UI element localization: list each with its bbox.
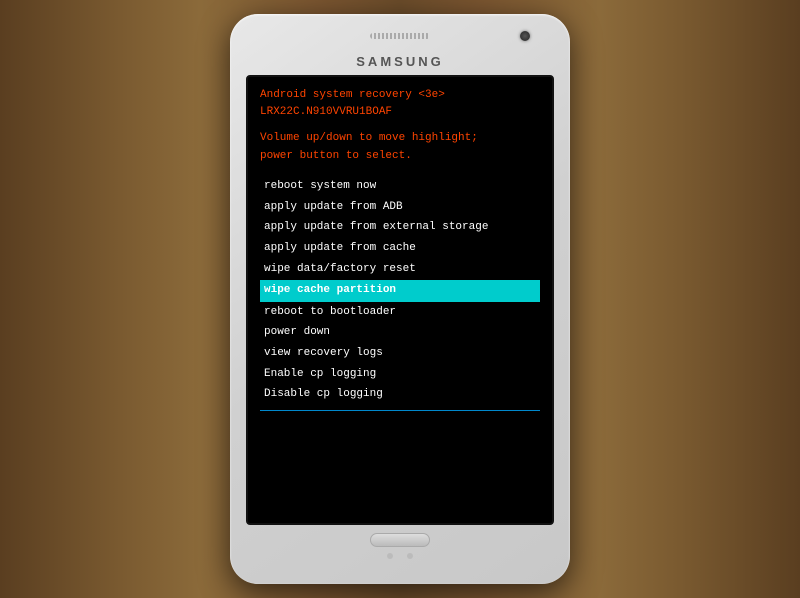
menu-list: reboot system nowapply update from ADBap…: [260, 177, 540, 411]
menu-item-8[interactable]: view recovery logs: [260, 344, 540, 364]
camera-dot: [520, 31, 530, 41]
menu-item-1[interactable]: apply update from ADB: [260, 198, 540, 218]
phone-bottom: [370, 533, 430, 559]
menu-item-4[interactable]: wipe data/factory reset: [260, 260, 540, 280]
wooden-table-bg: SAMSUNG Android system recovery <3e> LRX…: [0, 0, 800, 598]
home-button[interactable]: [370, 533, 430, 547]
brand-label: SAMSUNG: [356, 54, 443, 69]
instructions: Volume up/down to move highlight; power …: [260, 130, 540, 165]
menu-item-0[interactable]: reboot system now: [260, 177, 540, 197]
header-line1: Android system recovery <3e>: [260, 89, 445, 101]
recovery-header: Android system recovery <3e> LRX22C.N910…: [260, 87, 540, 120]
instruction-line1: Volume up/down to move highlight;: [260, 132, 478, 144]
phone: SAMSUNG Android system recovery <3e> LRX…: [230, 14, 570, 584]
menu-item-3[interactable]: apply update from cache: [260, 239, 540, 259]
indicator-left: [387, 553, 393, 559]
instruction-line2: power button to select.: [260, 150, 412, 162]
menu-item-2[interactable]: apply update from external storage: [260, 218, 540, 238]
menu-item-5[interactable]: wipe cache partition: [260, 280, 540, 302]
phone-top-bar: [240, 26, 560, 46]
bottom-indicators: [387, 553, 413, 559]
menu-item-6[interactable]: reboot to bootloader: [260, 303, 540, 323]
menu-item-7[interactable]: power down: [260, 323, 540, 343]
phone-screen: Android system recovery <3e> LRX22C.N910…: [246, 75, 554, 525]
header-line2: LRX22C.N910VVRU1BOAF: [260, 106, 392, 118]
speaker-grille: [370, 33, 430, 39]
menu-item-9[interactable]: Enable cp logging: [260, 365, 540, 385]
menu-divider: [260, 410, 540, 411]
indicator-right: [407, 553, 413, 559]
menu-item-10[interactable]: Disable cp logging: [260, 385, 540, 405]
